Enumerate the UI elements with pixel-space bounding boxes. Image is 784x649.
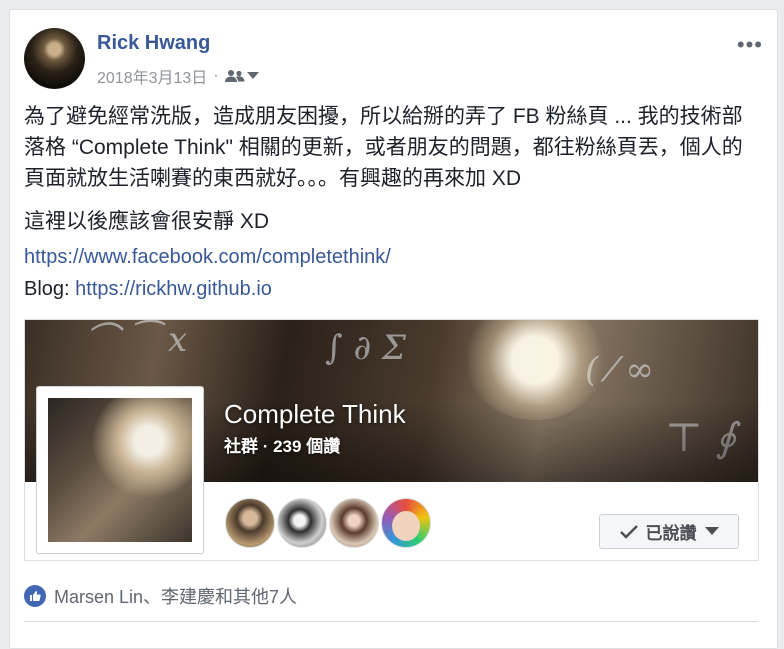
chevron-down-icon xyxy=(704,527,719,535)
blog-prefix: Blog: xyxy=(24,278,76,300)
audience-selector[interactable] xyxy=(224,69,259,83)
meta-separator: · xyxy=(213,67,219,84)
cover-math-scribble: ∫ ∂ Σ xyxy=(325,328,406,368)
more-options-button[interactable]: ••• xyxy=(737,32,763,58)
author-avatar[interactable] xyxy=(24,28,85,89)
checkmark-icon xyxy=(619,524,638,539)
friend-avatar[interactable] xyxy=(277,498,327,548)
reactions-summary[interactable]: Marsen Lin、李建慶和其他7人 xyxy=(24,583,297,609)
shared-page-name[interactable]: Complete Think xyxy=(224,399,406,430)
author-name[interactable]: Rick Hwang xyxy=(97,32,210,55)
post-card: Rick Hwang 2018年3月13日 · ••• 為了避免經常洗版，造成朋… xyxy=(9,9,778,649)
page-profile-picture[interactable] xyxy=(36,386,204,554)
friends-icon xyxy=(224,70,245,82)
friend-avatar[interactable] xyxy=(329,498,379,548)
post-text: 為了避免經常洗版，造成朋友困擾，所以給掰的弄了 FB 粉絲頁 ... 我的技術部… xyxy=(24,105,743,190)
shared-page-card[interactable]: ⌒ ⁀ 𝑥 ∫ ∂ Σ ( ⁄ ∞ ⊤ ∮ Complete Think 社群 … xyxy=(24,319,759,561)
post-meta: 2018年3月13日 · xyxy=(97,64,259,88)
post-date[interactable]: 2018年3月13日 xyxy=(97,64,207,88)
reactions-text[interactable]: Marsen Lin、李建慶和其他7人 xyxy=(54,583,297,609)
chevron-down-icon xyxy=(246,72,259,79)
shared-page-subtitle: 社群 · 239 個讚 xyxy=(224,437,341,456)
post-text-secondary: 這裡以後應該會很安靜 XD xyxy=(24,210,270,233)
friend-avatar[interactable] xyxy=(225,498,275,548)
facebook-page-link[interactable]: https://www.facebook.com/completethink/ xyxy=(24,246,391,269)
liked-button[interactable]: 已說讚 xyxy=(599,514,739,549)
like-reaction-icon xyxy=(24,585,46,607)
blog-link[interactable]: https://rickhw.github.io xyxy=(75,278,272,300)
friends-who-like xyxy=(225,498,431,548)
blog-line: Blog: https://rickhw.github.io xyxy=(24,278,272,301)
friend-avatar[interactable] xyxy=(381,498,431,548)
cover-math-scribble: ⌒ ⁀ 𝑥 xyxy=(85,320,188,360)
liked-button-label: 已說讚 xyxy=(645,524,697,543)
page-profile-image xyxy=(48,398,192,542)
